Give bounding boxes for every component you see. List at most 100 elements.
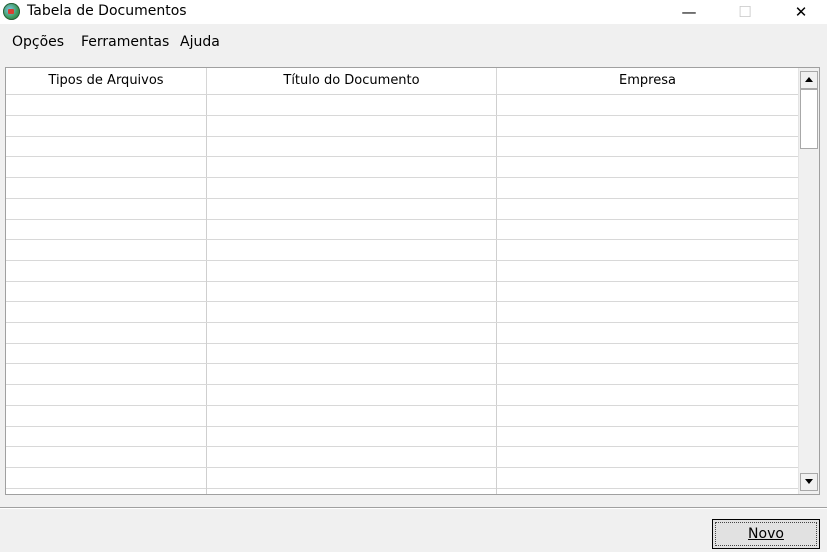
table-row[interactable] [6, 406, 798, 427]
vertical-scrollbar[interactable] [798, 68, 819, 494]
table-cell[interactable] [497, 199, 798, 219]
table-cell[interactable] [207, 136, 497, 156]
table-cell[interactable] [6, 136, 207, 156]
table-row[interactable] [6, 488, 798, 494]
column-header-tipos-de-arquivos[interactable]: Tipos de Arquivos [6, 68, 207, 94]
table-row[interactable] [6, 240, 798, 261]
table-cell[interactable] [497, 426, 798, 446]
column-header-empresa[interactable]: Empresa [497, 68, 798, 94]
table-row[interactable] [6, 157, 798, 178]
table-cell[interactable] [497, 343, 798, 363]
table-cell[interactable] [6, 95, 207, 115]
table-row[interactable] [6, 95, 798, 116]
table-cell[interactable] [207, 426, 497, 446]
table-cell[interactable] [497, 385, 798, 405]
table-cell[interactable] [207, 95, 497, 115]
table-cell[interactable] [207, 406, 497, 426]
table-row[interactable] [6, 302, 798, 323]
table-cell[interactable] [6, 116, 207, 136]
table-cell[interactable] [497, 95, 798, 115]
table-cell[interactable] [497, 136, 798, 156]
table-cell[interactable] [497, 281, 798, 301]
table-cell[interactable] [6, 447, 207, 467]
table-row[interactable] [6, 281, 798, 302]
close-button[interactable]: ✕ [778, 0, 824, 24]
novo-button[interactable]: Novo [712, 519, 820, 549]
table-body [6, 95, 798, 494]
table-cell[interactable] [207, 447, 497, 467]
table-row[interactable] [6, 385, 798, 406]
table-cell[interactable] [6, 406, 207, 426]
table-cell[interactable] [207, 178, 497, 198]
table-cell[interactable] [6, 343, 207, 363]
table-cell[interactable] [6, 178, 207, 198]
menu-bar: Opções Ferramentas Ajuda [0, 30, 827, 54]
table-cell[interactable] [207, 343, 497, 363]
table-cell[interactable] [497, 406, 798, 426]
table-row[interactable] [6, 343, 798, 364]
table-cell[interactable] [497, 178, 798, 198]
table-row[interactable] [6, 116, 798, 137]
table-cell[interactable] [207, 157, 497, 177]
menu-ferramentas[interactable]: Ferramentas [81, 32, 169, 52]
table-cell[interactable] [6, 426, 207, 446]
table-cell[interactable] [6, 488, 207, 494]
table-row[interactable] [6, 261, 798, 282]
minimize-button[interactable]: — [666, 0, 712, 24]
table-cell[interactable] [6, 157, 207, 177]
table-cell[interactable] [497, 323, 798, 343]
table-cell[interactable] [497, 364, 798, 384]
table-cell[interactable] [497, 240, 798, 260]
maximize-button[interactable]: ☐ [722, 0, 768, 24]
documents-table[interactable]: Tipos de Arquivos Título do Documento Em… [5, 67, 820, 495]
table-row[interactable] [6, 426, 798, 447]
table-cell[interactable] [207, 261, 497, 281]
menu-opcoes[interactable]: Opções [12, 32, 64, 52]
table-row[interactable] [6, 468, 798, 489]
table-cell[interactable] [497, 261, 798, 281]
table-cell[interactable] [497, 447, 798, 467]
table-header: Tipos de Arquivos Título do Documento Em… [6, 68, 798, 95]
table-cell[interactable] [497, 488, 798, 494]
table-row[interactable] [6, 364, 798, 385]
scroll-up-arrow-icon[interactable] [800, 71, 818, 89]
table-cell[interactable] [6, 385, 207, 405]
table-cell[interactable] [207, 385, 497, 405]
table-cell[interactable] [207, 281, 497, 301]
scroll-thumb[interactable] [800, 89, 818, 149]
table-row[interactable] [6, 178, 798, 199]
table-cell[interactable] [6, 302, 207, 322]
table-cell[interactable] [207, 116, 497, 136]
column-header-titulo-do-documento[interactable]: Título do Documento [207, 68, 497, 94]
window-title: Tabela de Documentos [27, 3, 187, 19]
table-cell[interactable] [497, 219, 798, 239]
table-cell[interactable] [6, 323, 207, 343]
app-globe-icon[interactable] [3, 3, 20, 20]
scroll-down-arrow-icon[interactable] [800, 473, 818, 491]
table-row[interactable] [6, 323, 798, 344]
table-row[interactable] [6, 447, 798, 468]
table-cell[interactable] [497, 468, 798, 488]
table-cell[interactable] [207, 240, 497, 260]
table-cell[interactable] [6, 219, 207, 239]
menu-ajuda[interactable]: Ajuda [180, 32, 220, 52]
table-cell[interactable] [207, 364, 497, 384]
table-row[interactable] [6, 136, 798, 157]
table-row[interactable] [6, 199, 798, 220]
table-cell[interactable] [497, 116, 798, 136]
table-cell[interactable] [207, 323, 497, 343]
table-cell[interactable] [497, 157, 798, 177]
table-cell[interactable] [6, 281, 207, 301]
table-cell[interactable] [207, 488, 497, 494]
table-row[interactable] [6, 219, 798, 240]
table-cell[interactable] [207, 199, 497, 219]
table-cell[interactable] [497, 302, 798, 322]
table-cell[interactable] [207, 219, 497, 239]
table-cell[interactable] [207, 468, 497, 488]
table-cell[interactable] [6, 364, 207, 384]
table-cell[interactable] [207, 302, 497, 322]
table-cell[interactable] [6, 240, 207, 260]
table-cell[interactable] [6, 468, 207, 488]
table-cell[interactable] [6, 199, 207, 219]
table-cell[interactable] [6, 261, 207, 281]
